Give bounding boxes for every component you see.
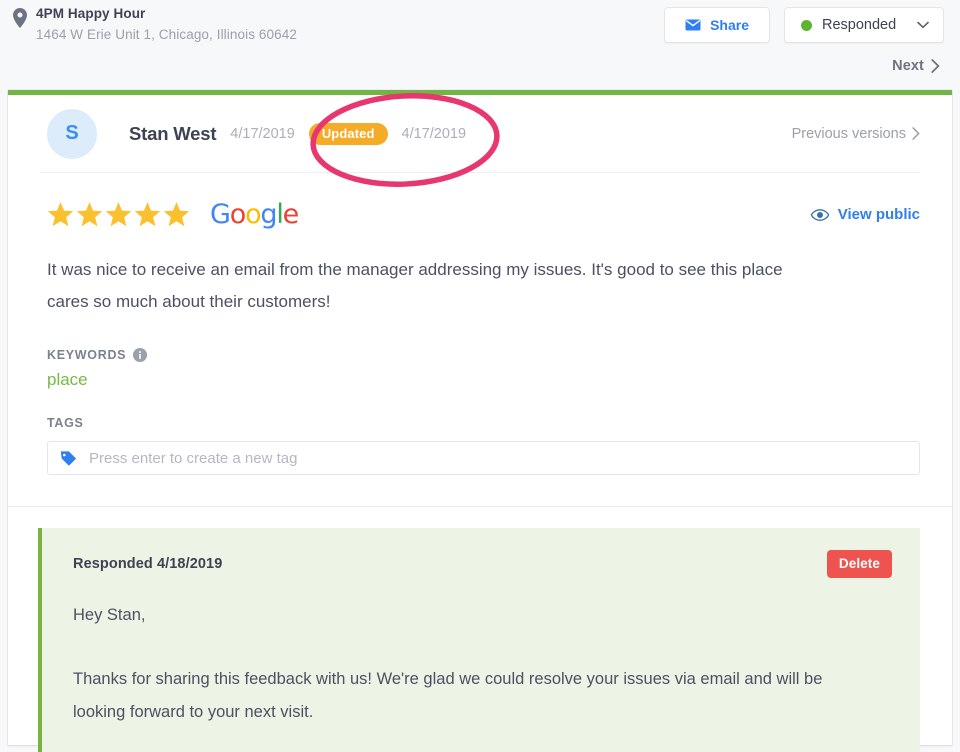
keyword-item[interactable]: place bbox=[40, 370, 920, 390]
envelope-icon bbox=[685, 19, 701, 31]
review-card: S Stan West 4/17/2019 Updated 4/17/2019 … bbox=[8, 90, 952, 752]
responded-date-label: Responded 4/18/2019 bbox=[73, 556, 223, 572]
review-meta: Stan West 4/17/2019 Updated 4/17/2019 bbox=[129, 122, 467, 145]
eye-icon bbox=[810, 208, 829, 221]
google-logo: Google bbox=[210, 199, 300, 230]
status-label: Responded bbox=[822, 17, 897, 33]
tag-input[interactable] bbox=[89, 449, 907, 467]
location-name: 4PM Happy Hour bbox=[36, 6, 146, 21]
google-logo-letter: e bbox=[282, 199, 300, 230]
google-logo-letter: g bbox=[260, 199, 277, 230]
star-icon bbox=[47, 201, 74, 226]
response-body: Hey Stan, Thanks for sharing this feedba… bbox=[73, 599, 873, 729]
status-dot-icon bbox=[801, 19, 812, 31]
map-pin-icon bbox=[13, 8, 27, 28]
tags-label: TAGS bbox=[47, 416, 84, 430]
review-header: S Stan West 4/17/2019 Updated 4/17/2019 … bbox=[40, 95, 920, 173]
star-icon bbox=[163, 201, 190, 226]
tags-label-row: TAGS bbox=[40, 416, 920, 430]
location-block: 4PM Happy Hour 1464 W Erie Unit 1, Chica… bbox=[12, 5, 297, 44]
view-public-label: View public bbox=[837, 206, 920, 223]
chevron-right-icon bbox=[931, 59, 940, 73]
location-address: 1464 W Erie Unit 1, Chicago, Illinois 60… bbox=[36, 27, 297, 43]
view-public-link[interactable]: View public bbox=[810, 206, 920, 223]
next-link[interactable]: Next bbox=[892, 58, 940, 74]
share-button-label: Share bbox=[710, 17, 749, 33]
keywords-label: KEYWORDS bbox=[47, 348, 127, 362]
chevron-down-icon bbox=[917, 21, 929, 29]
previous-versions-label: Previous versions bbox=[791, 125, 906, 142]
info-icon[interactable] bbox=[133, 348, 148, 362]
previous-versions-link[interactable]: Previous versions bbox=[792, 126, 920, 142]
top-bar: 4PM Happy Hour 1464 W Erie Unit 1, Chica… bbox=[0, 0, 960, 90]
tag-icon bbox=[60, 450, 77, 466]
star-icon bbox=[105, 201, 132, 226]
google-logo-letter: o bbox=[229, 199, 247, 230]
review-body-text: It was nice to receive an email from the… bbox=[47, 260, 783, 311]
avatar: S bbox=[47, 108, 97, 159]
review-updated-date: 4/17/2019 bbox=[401, 125, 467, 142]
google-logo-letter: G bbox=[210, 199, 231, 230]
tag-input-wrapper[interactable] bbox=[47, 441, 920, 475]
star-icon bbox=[134, 201, 161, 226]
status-dropdown[interactable]: Responded bbox=[784, 7, 944, 43]
star-rating bbox=[47, 201, 190, 228]
response-box: Responded 4/18/2019 Delete Hey Stan, Tha… bbox=[38, 528, 920, 752]
section-divider bbox=[8, 506, 952, 507]
reviewer-name: Stan West bbox=[129, 122, 217, 144]
top-actions: Share Responded bbox=[664, 7, 944, 43]
chevron-right-icon bbox=[912, 127, 920, 140]
keywords-label-row: KEYWORDS bbox=[40, 348, 920, 362]
share-button[interactable]: Share bbox=[664, 7, 770, 43]
star-icon bbox=[76, 201, 103, 226]
next-label: Next bbox=[892, 58, 924, 74]
rating-row: Google View public bbox=[40, 199, 920, 230]
response-paragraph: Hey Stan, bbox=[73, 606, 146, 624]
response-paragraph: Thanks for sharing this feedback with us… bbox=[73, 670, 823, 721]
updated-badge: Updated bbox=[308, 122, 388, 145]
delete-response-button[interactable]: Delete bbox=[826, 550, 892, 578]
review-date: 4/17/2019 bbox=[230, 125, 295, 142]
google-logo-letter: o bbox=[245, 199, 262, 230]
response-header: Responded 4/18/2019 Delete bbox=[73, 550, 892, 578]
